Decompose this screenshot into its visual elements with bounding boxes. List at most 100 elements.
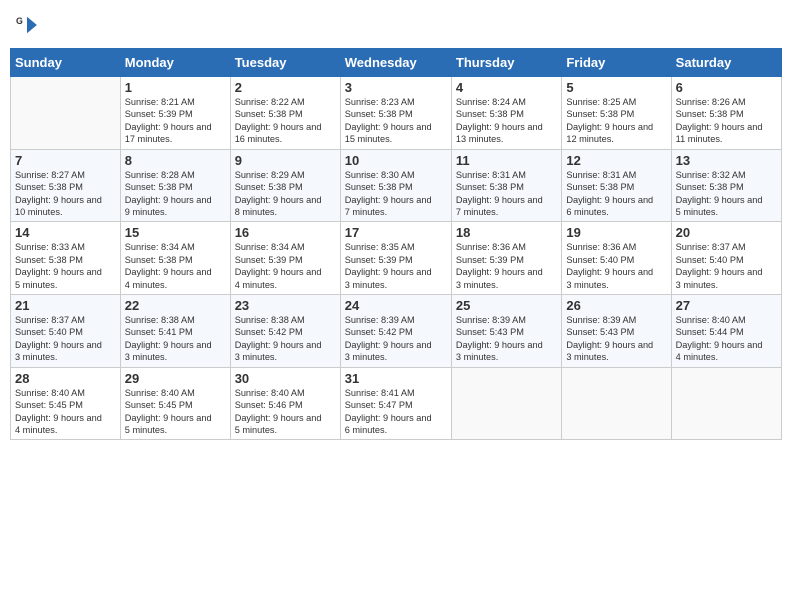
calendar-week-row: 28Sunrise: 8:40 AMSunset: 5:45 PMDayligh… bbox=[11, 367, 782, 440]
calendar-header-saturday: Saturday bbox=[671, 49, 781, 77]
day-number: 10 bbox=[345, 153, 447, 168]
calendar-header-friday: Friday bbox=[562, 49, 671, 77]
calendar-cell: 23Sunrise: 8:38 AMSunset: 5:42 PMDayligh… bbox=[230, 295, 340, 368]
day-number: 4 bbox=[456, 80, 557, 95]
day-number: 29 bbox=[125, 371, 226, 386]
calendar-table: SundayMondayTuesdayWednesdayThursdayFrid… bbox=[10, 48, 782, 440]
calendar-cell: 24Sunrise: 8:39 AMSunset: 5:42 PMDayligh… bbox=[340, 295, 451, 368]
calendar-cell: 5Sunrise: 8:25 AMSunset: 5:38 PMDaylight… bbox=[562, 77, 671, 150]
cell-details: Sunrise: 8:22 AMSunset: 5:38 PMDaylight:… bbox=[235, 96, 336, 146]
calendar-cell bbox=[562, 367, 671, 440]
cell-details: Sunrise: 8:29 AMSunset: 5:38 PMDaylight:… bbox=[235, 169, 336, 219]
day-number: 31 bbox=[345, 371, 447, 386]
logo-icon: G bbox=[16, 14, 38, 36]
calendar-header-thursday: Thursday bbox=[451, 49, 561, 77]
cell-details: Sunrise: 8:37 AMSunset: 5:40 PMDaylight:… bbox=[676, 241, 777, 291]
cell-details: Sunrise: 8:31 AMSunset: 5:38 PMDaylight:… bbox=[566, 169, 666, 219]
calendar-header-wednesday: Wednesday bbox=[340, 49, 451, 77]
cell-details: Sunrise: 8:31 AMSunset: 5:38 PMDaylight:… bbox=[456, 169, 557, 219]
calendar-cell: 19Sunrise: 8:36 AMSunset: 5:40 PMDayligh… bbox=[562, 222, 671, 295]
calendar-cell: 3Sunrise: 8:23 AMSunset: 5:38 PMDaylight… bbox=[340, 77, 451, 150]
calendar-cell: 4Sunrise: 8:24 AMSunset: 5:38 PMDaylight… bbox=[451, 77, 561, 150]
day-number: 21 bbox=[15, 298, 116, 313]
day-number: 9 bbox=[235, 153, 336, 168]
day-number: 24 bbox=[345, 298, 447, 313]
cell-details: Sunrise: 8:36 AMSunset: 5:40 PMDaylight:… bbox=[566, 241, 666, 291]
cell-details: Sunrise: 8:23 AMSunset: 5:38 PMDaylight:… bbox=[345, 96, 447, 146]
day-number: 23 bbox=[235, 298, 336, 313]
calendar-week-row: 7Sunrise: 8:27 AMSunset: 5:38 PMDaylight… bbox=[11, 149, 782, 222]
day-number: 28 bbox=[15, 371, 116, 386]
cell-details: Sunrise: 8:41 AMSunset: 5:47 PMDaylight:… bbox=[345, 387, 447, 437]
cell-details: Sunrise: 8:39 AMSunset: 5:43 PMDaylight:… bbox=[566, 314, 666, 364]
day-number: 2 bbox=[235, 80, 336, 95]
calendar-cell: 31Sunrise: 8:41 AMSunset: 5:47 PMDayligh… bbox=[340, 367, 451, 440]
day-number: 22 bbox=[125, 298, 226, 313]
cell-details: Sunrise: 8:38 AMSunset: 5:42 PMDaylight:… bbox=[235, 314, 336, 364]
calendar-cell: 9Sunrise: 8:29 AMSunset: 5:38 PMDaylight… bbox=[230, 149, 340, 222]
day-number: 25 bbox=[456, 298, 557, 313]
day-number: 19 bbox=[566, 225, 666, 240]
svg-text:G: G bbox=[16, 16, 23, 26]
cell-details: Sunrise: 8:21 AMSunset: 5:39 PMDaylight:… bbox=[125, 96, 226, 146]
calendar-cell bbox=[11, 77, 121, 150]
day-number: 13 bbox=[676, 153, 777, 168]
cell-details: Sunrise: 8:40 AMSunset: 5:45 PMDaylight:… bbox=[125, 387, 226, 437]
day-number: 26 bbox=[566, 298, 666, 313]
day-number: 11 bbox=[456, 153, 557, 168]
calendar-cell bbox=[671, 367, 781, 440]
cell-details: Sunrise: 8:27 AMSunset: 5:38 PMDaylight:… bbox=[15, 169, 116, 219]
day-number: 16 bbox=[235, 225, 336, 240]
calendar-cell: 7Sunrise: 8:27 AMSunset: 5:38 PMDaylight… bbox=[11, 149, 121, 222]
cell-details: Sunrise: 8:25 AMSunset: 5:38 PMDaylight:… bbox=[566, 96, 666, 146]
calendar-cell: 14Sunrise: 8:33 AMSunset: 5:38 PMDayligh… bbox=[11, 222, 121, 295]
cell-details: Sunrise: 8:40 AMSunset: 5:46 PMDaylight:… bbox=[235, 387, 336, 437]
logo: G bbox=[16, 14, 40, 36]
cell-details: Sunrise: 8:40 AMSunset: 5:45 PMDaylight:… bbox=[15, 387, 116, 437]
day-number: 18 bbox=[456, 225, 557, 240]
calendar-cell: 8Sunrise: 8:28 AMSunset: 5:38 PMDaylight… bbox=[120, 149, 230, 222]
cell-details: Sunrise: 8:33 AMSunset: 5:38 PMDaylight:… bbox=[15, 241, 116, 291]
calendar-week-row: 1Sunrise: 8:21 AMSunset: 5:39 PMDaylight… bbox=[11, 77, 782, 150]
calendar-cell: 26Sunrise: 8:39 AMSunset: 5:43 PMDayligh… bbox=[562, 295, 671, 368]
day-number: 27 bbox=[676, 298, 777, 313]
day-number: 1 bbox=[125, 80, 226, 95]
day-number: 30 bbox=[235, 371, 336, 386]
day-number: 7 bbox=[15, 153, 116, 168]
calendar-header-sunday: Sunday bbox=[11, 49, 121, 77]
day-number: 17 bbox=[345, 225, 447, 240]
calendar-cell: 15Sunrise: 8:34 AMSunset: 5:38 PMDayligh… bbox=[120, 222, 230, 295]
calendar-cell: 1Sunrise: 8:21 AMSunset: 5:39 PMDaylight… bbox=[120, 77, 230, 150]
cell-details: Sunrise: 8:39 AMSunset: 5:43 PMDaylight:… bbox=[456, 314, 557, 364]
calendar-cell: 2Sunrise: 8:22 AMSunset: 5:38 PMDaylight… bbox=[230, 77, 340, 150]
calendar-header-monday: Monday bbox=[120, 49, 230, 77]
calendar-cell: 30Sunrise: 8:40 AMSunset: 5:46 PMDayligh… bbox=[230, 367, 340, 440]
calendar-cell: 25Sunrise: 8:39 AMSunset: 5:43 PMDayligh… bbox=[451, 295, 561, 368]
cell-details: Sunrise: 8:28 AMSunset: 5:38 PMDaylight:… bbox=[125, 169, 226, 219]
calendar-header-tuesday: Tuesday bbox=[230, 49, 340, 77]
calendar-cell: 11Sunrise: 8:31 AMSunset: 5:38 PMDayligh… bbox=[451, 149, 561, 222]
day-number: 20 bbox=[676, 225, 777, 240]
calendar-cell: 20Sunrise: 8:37 AMSunset: 5:40 PMDayligh… bbox=[671, 222, 781, 295]
calendar-week-row: 14Sunrise: 8:33 AMSunset: 5:38 PMDayligh… bbox=[11, 222, 782, 295]
day-number: 8 bbox=[125, 153, 226, 168]
calendar-cell: 13Sunrise: 8:32 AMSunset: 5:38 PMDayligh… bbox=[671, 149, 781, 222]
calendar-header-row: SundayMondayTuesdayWednesdayThursdayFrid… bbox=[11, 49, 782, 77]
calendar-cell: 18Sunrise: 8:36 AMSunset: 5:39 PMDayligh… bbox=[451, 222, 561, 295]
cell-details: Sunrise: 8:26 AMSunset: 5:38 PMDaylight:… bbox=[676, 96, 777, 146]
calendar-cell: 29Sunrise: 8:40 AMSunset: 5:45 PMDayligh… bbox=[120, 367, 230, 440]
calendar-cell: 21Sunrise: 8:37 AMSunset: 5:40 PMDayligh… bbox=[11, 295, 121, 368]
cell-details: Sunrise: 8:30 AMSunset: 5:38 PMDaylight:… bbox=[345, 169, 447, 219]
cell-details: Sunrise: 8:32 AMSunset: 5:38 PMDaylight:… bbox=[676, 169, 777, 219]
day-number: 12 bbox=[566, 153, 666, 168]
day-number: 14 bbox=[15, 225, 116, 240]
calendar-cell: 17Sunrise: 8:35 AMSunset: 5:39 PMDayligh… bbox=[340, 222, 451, 295]
cell-details: Sunrise: 8:24 AMSunset: 5:38 PMDaylight:… bbox=[456, 96, 557, 146]
calendar-week-row: 21Sunrise: 8:37 AMSunset: 5:40 PMDayligh… bbox=[11, 295, 782, 368]
cell-details: Sunrise: 8:35 AMSunset: 5:39 PMDaylight:… bbox=[345, 241, 447, 291]
page-header: G bbox=[10, 10, 782, 40]
cell-details: Sunrise: 8:40 AMSunset: 5:44 PMDaylight:… bbox=[676, 314, 777, 364]
calendar-cell: 6Sunrise: 8:26 AMSunset: 5:38 PMDaylight… bbox=[671, 77, 781, 150]
cell-details: Sunrise: 8:37 AMSunset: 5:40 PMDaylight:… bbox=[15, 314, 116, 364]
day-number: 6 bbox=[676, 80, 777, 95]
